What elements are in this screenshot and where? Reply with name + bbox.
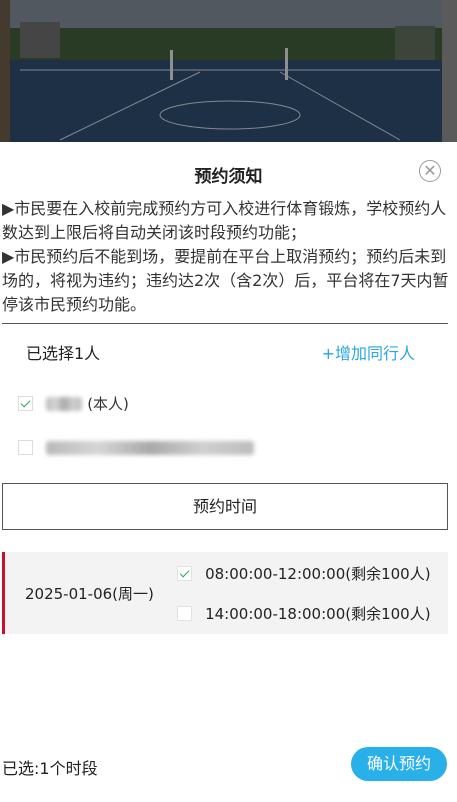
page-title: 预约须知 [194,167,263,187]
person-item-companion[interactable] [18,437,255,457]
checkbox-icon[interactable] [177,606,192,621]
checkbox-checked-icon[interactable] [177,566,192,581]
notice-rule-1: ▶市民要在入校前完成预约方可入校进行体育锻炼，学校预约人数达到上限后将自动关闭该… [2,199,447,242]
checkbox-icon[interactable] [18,440,33,455]
selected-people-count: 已选择1人 [26,344,101,363]
booking-time-button[interactable]: 预约时间 [2,483,448,530]
time-slot-morning[interactable]: 08:00:00-12:00:00(剩余100人) [177,563,431,583]
booking-notice-sheet: 预约须知 ✕ ▶市民要在入校前完成预约方可入校进行体育锻炼，学校预约人数达到上限… [0,142,457,802]
confirm-booking-button[interactable]: 确认预约 [351,747,447,781]
selected-slots-summary: 已选:1个时段 [2,759,98,778]
venue-photo [0,0,457,142]
person-label: (本人) [87,395,129,413]
time-slot-label: 08:00:00-12:00:00(剩余100人) [205,565,431,583]
person-item-self[interactable]: (本人) [18,393,129,413]
notice-rule-2: ▶市民预约后不能到场，要提前在平台上取消预约；预约后未到场的，将视为违约；违约达… [2,247,449,314]
notice-text: ▶市民要在入校前完成预约方可入校进行体育锻炼，学校预约人数达到上限后将自动关闭该… [2,197,452,317]
add-companion-button[interactable]: +增加同行人 [322,340,415,364]
date-slot-block: 2025-01-06(周一) 08:00:00-12:00:00(剩余100人)… [2,552,448,634]
checkbox-checked-icon[interactable] [18,396,33,411]
divider [2,323,448,324]
booking-date: 2025-01-06(周一) [25,585,154,603]
time-slot-label: 14:00:00-18:00:00(剩余100人) [205,605,431,623]
close-icon[interactable]: ✕ [419,160,441,182]
blurred-name [46,440,255,455]
blurred-name [46,396,83,411]
time-slot-afternoon[interactable]: 14:00:00-18:00:00(剩余100人) [177,603,431,623]
